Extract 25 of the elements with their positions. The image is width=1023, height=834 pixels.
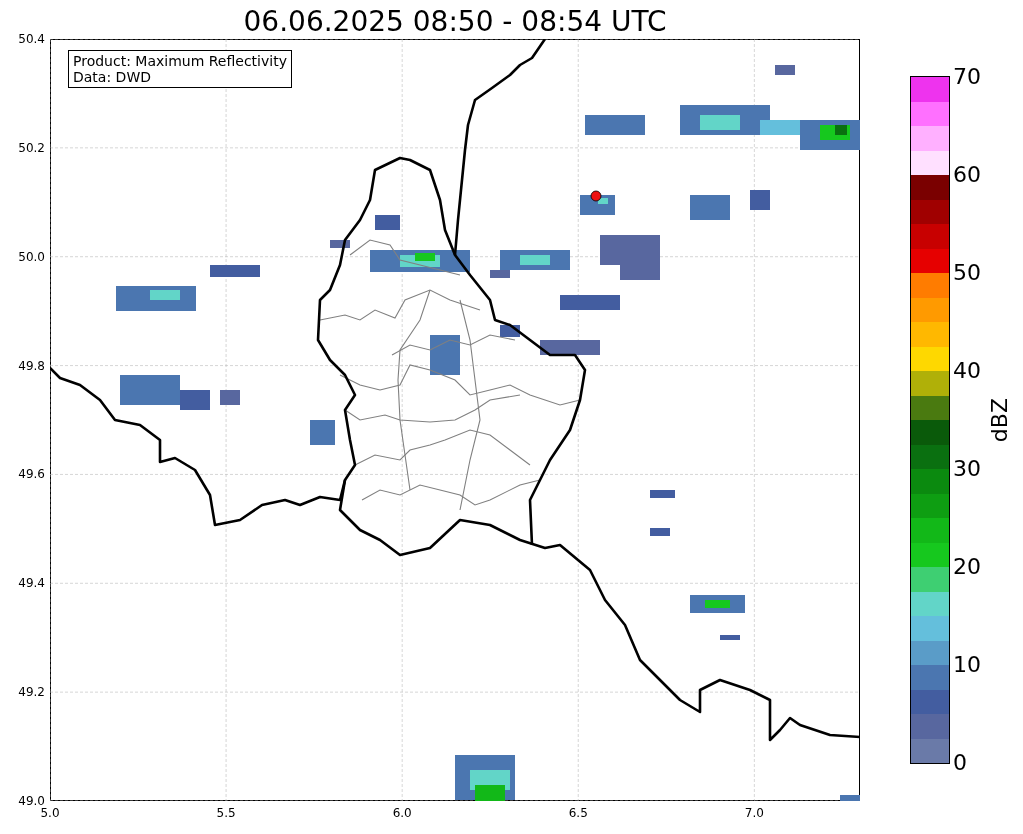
x-tick-label: 5.5 bbox=[216, 806, 236, 820]
x-tick-label: 7.0 bbox=[744, 806, 764, 820]
colorbar-tick-label: 40 bbox=[953, 359, 981, 383]
y-tick-label: 49.0 bbox=[18, 794, 45, 808]
colorbar-tick-label: 10 bbox=[953, 653, 981, 677]
colorbar-tick-label: 30 bbox=[953, 457, 981, 481]
colorbar-tick-label: 60 bbox=[953, 163, 981, 187]
y-tick-label: 49.8 bbox=[18, 358, 45, 373]
y-tick-label: 49.2 bbox=[18, 685, 45, 700]
y-tick-label: 50.2 bbox=[18, 140, 45, 155]
colorbar-tick-label: 20 bbox=[953, 555, 981, 579]
colorbar-tick-label: 70 bbox=[953, 65, 981, 89]
y-tick-label: 49.4 bbox=[18, 576, 45, 591]
y-tick-label: 49.6 bbox=[18, 467, 45, 482]
x-tick-label: 6.5 bbox=[568, 806, 588, 820]
info-box: Product: Maximum Reflectivity Data: DWD bbox=[68, 50, 292, 88]
location-marker-icon bbox=[590, 190, 602, 202]
y-tick-label: 50.4 bbox=[18, 32, 45, 46]
y-tick-label: 50.0 bbox=[18, 249, 45, 264]
colorbar-tick-label: 0 bbox=[953, 751, 967, 775]
x-tick-label: 5.0 bbox=[40, 806, 60, 820]
colorbar-tick-label: 50 bbox=[953, 261, 981, 285]
colorbar-label: dBZ bbox=[987, 397, 1013, 443]
x-tick-label: 6.0 bbox=[392, 806, 412, 820]
chart-title: 06.06.2025 08:50 - 08:54 UTC bbox=[242, 4, 668, 39]
